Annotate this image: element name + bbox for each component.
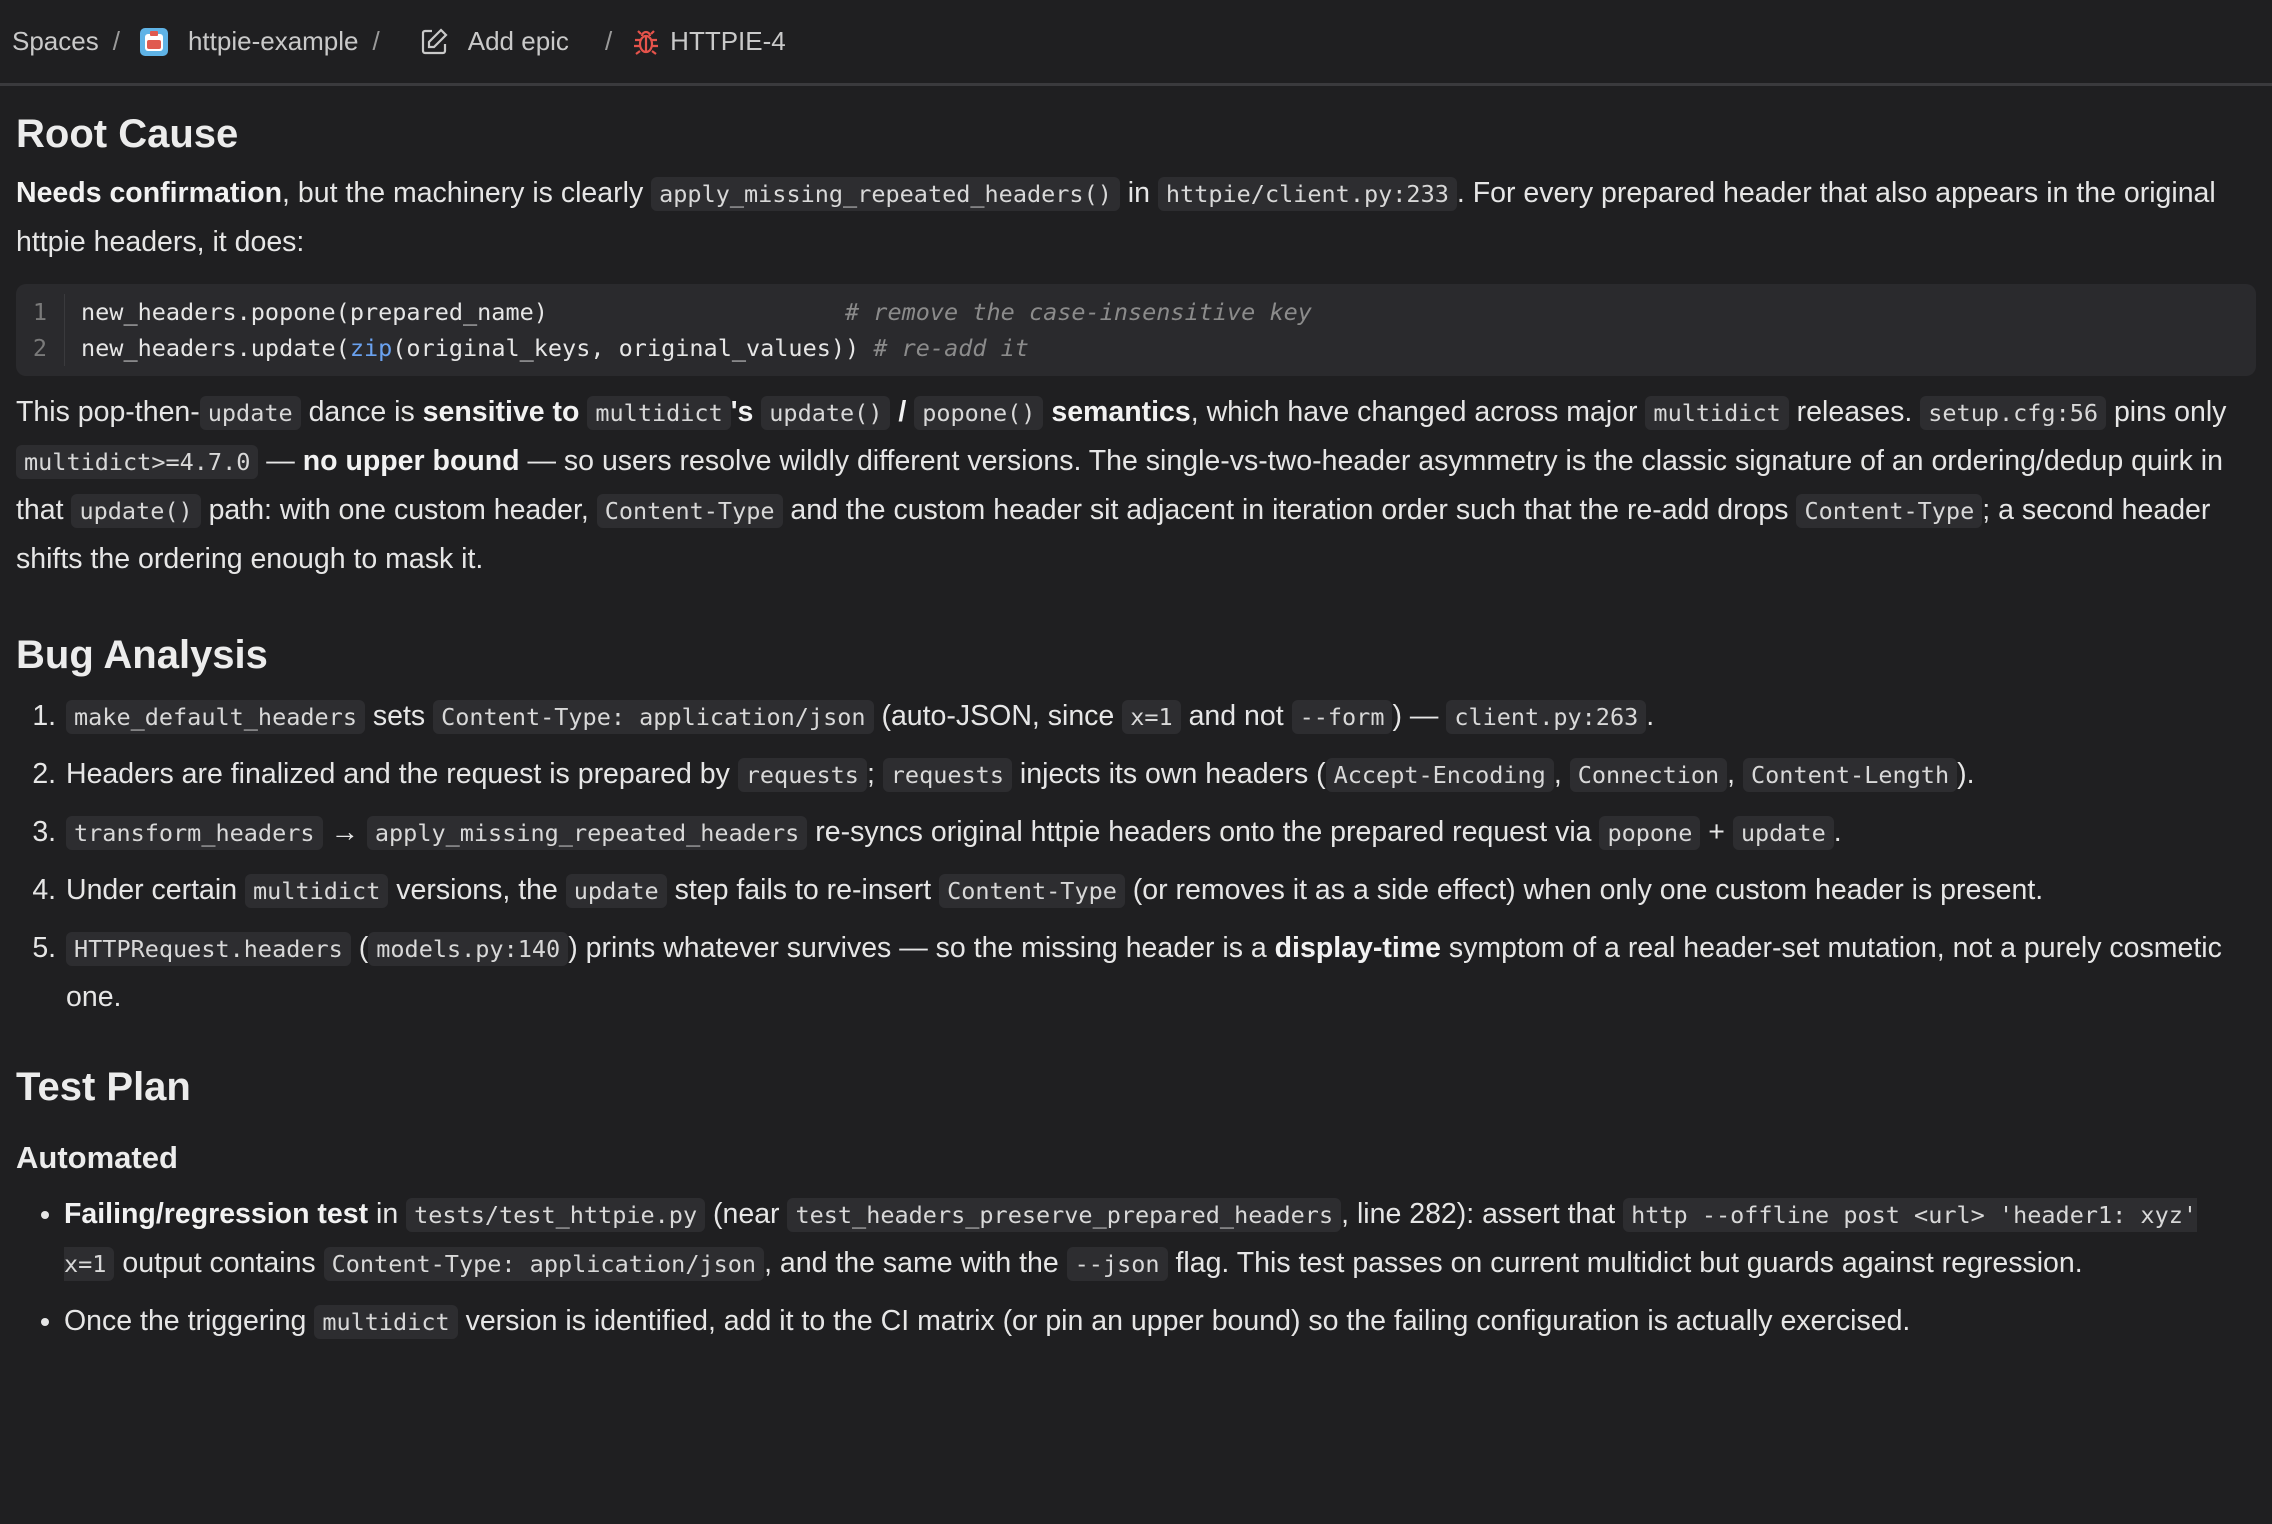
bug-icon [630,26,662,58]
breadcrumb: Spaces / httpie-example / Add epic / HTT… [0,0,2272,86]
list-item: make_default_headers sets Content-Type: … [64,692,2256,741]
list-item: Under certain multidict versions, the up… [64,866,2256,915]
line-number: 1 [16,294,65,330]
root-cause-paragraph-1: Needs confirmation, but the machinery is… [16,177,2216,258]
breadcrumb-spaces[interactable]: Spaces [12,26,99,57]
test-plan-heading: Test Plan [16,1065,191,1109]
root-cause-heading: Root Cause [16,112,239,156]
breadcrumb-issue[interactable]: HTTPIE-4 [630,26,786,58]
breadcrumb-separator: / [112,26,120,56]
code-line: 1 new_headers.popone(prepared_name) # re… [16,294,2256,330]
add-epic-button[interactable]: Add epic [418,26,569,58]
document-body: Root Cause Needs confirmation, but the m… [0,112,2272,1346]
breadcrumb-project[interactable]: httpie-example [138,26,359,58]
code-line: 2 new_headers.update(zip(original_keys, … [16,330,2256,366]
list-item: Failing/regression test in tests/test_ht… [64,1190,2256,1288]
bug-analysis-list: make_default_headers sets Content-Type: … [16,692,2256,1021]
breadcrumb-project-label: httpie-example [187,26,359,56]
project-icon [138,26,170,58]
line-number: 2 [16,330,65,366]
breadcrumb-issue-label: HTTPIE-4 [670,26,786,56]
root-cause-paragraph-2: This pop-then-update dance is sensitive … [16,396,2227,575]
automated-subheading: Automated [16,1140,178,1175]
code-text: new_headers.popone(prepared_name) # remo… [81,298,1312,326]
list-item: Once the triggering multidict version is… [64,1297,2256,1346]
breadcrumb-separator: / [372,26,380,56]
list-item: transform_headers → apply_missing_repeat… [64,808,2256,857]
list-item: Headers are finalized and the request is… [64,750,2256,799]
code-text: new_headers.update(zip(original_keys, or… [81,334,1029,362]
test-plan-list: Failing/regression test in tests/test_ht… [16,1190,2256,1346]
list-item: HTTPRequest.headers (models.py:140) prin… [64,924,2256,1021]
add-epic-label: Add epic [467,26,569,56]
edit-icon [418,26,450,58]
bug-analysis-heading: Bug Analysis [16,633,268,677]
breadcrumb-separator: / [604,26,613,56]
code-block: 1 new_headers.popone(prepared_name) # re… [16,284,2256,376]
